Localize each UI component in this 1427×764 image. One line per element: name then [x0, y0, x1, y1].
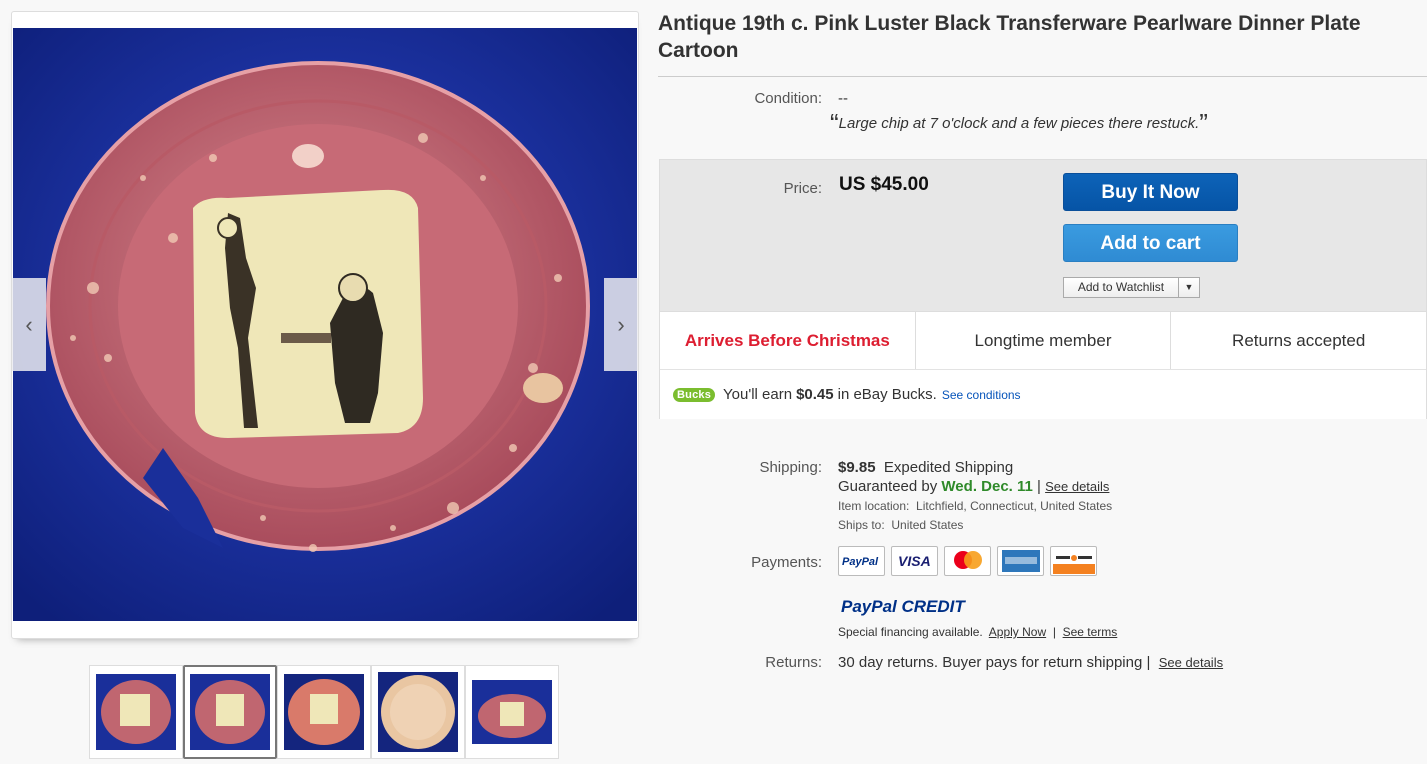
guarantee-line: Guaranteed by Wed. Dec. 11 | See details — [838, 478, 1109, 495]
previous-image-button[interactable]: ‹ — [12, 278, 46, 371]
close-quote: ” — [1199, 108, 1208, 138]
separator: | — [1146, 654, 1151, 671]
shipping-line: $9.85 Expedited Shipping — [838, 459, 1013, 476]
chevron-down-icon[interactable]: ▼ — [1179, 278, 1199, 297]
ships-to-line: Ships to: United States — [838, 518, 963, 532]
returns-value: 30 day returns. Buyer pays for return sh… — [838, 654, 1143, 671]
add-to-watchlist-button[interactable]: Add to Watchlist — [1064, 278, 1179, 297]
bucks-suffix: in eBay Bucks. — [837, 386, 937, 403]
price-value: US $45.00 — [839, 174, 929, 195]
item-location-line: Item location: Litchfield, Connecticut, … — [838, 499, 1112, 513]
watchlist-control: Add to Watchlist ▼ — [1063, 277, 1200, 298]
condition-note-text: Large chip at 7 o'clock and a few pieces… — [838, 115, 1200, 132]
thumbnail-2[interactable] — [183, 665, 277, 759]
paypal-icon: PayPal — [838, 546, 885, 576]
image-viewer: ‹ › — [11, 11, 639, 639]
bucks-prefix: You'll earn — [723, 386, 793, 403]
bucks-amount: $0.45 — [796, 386, 834, 403]
guaranteed-date: Wed. Dec. 11 — [941, 478, 1033, 495]
badge-row: Arrives Before Christmas Longtime member… — [660, 311, 1426, 369]
condition-note: “Large chip at 7 o'clock and a few piece… — [830, 108, 1208, 139]
shipping-method: Expedited Shipping — [883, 459, 1014, 476]
chevron-left-icon: ‹ — [25, 311, 33, 337]
paypal-credit-logo-credit: CREDIT — [901, 597, 965, 616]
payment-methods: PayPal VISA — [838, 546, 1097, 576]
condition-label: Condition: — [754, 90, 822, 107]
discover-icon — [1050, 546, 1097, 576]
price-label: Price: — [783, 180, 822, 197]
returns-label: Returns: — [765, 654, 822, 671]
financing-text: Special financing available. — [838, 625, 983, 639]
chevron-right-icon: › — [617, 311, 625, 337]
item-location: Litchfield, Connecticut, United States — [916, 499, 1113, 513]
financing-line: Special financing available. Apply Now |… — [838, 625, 1117, 639]
separator: | — [1052, 625, 1056, 639]
returns-see-details-link[interactable]: See details — [1159, 655, 1223, 670]
longtime-member-badge: Longtime member — [916, 312, 1172, 369]
shipping-cost: $9.85 — [838, 459, 876, 476]
thumbnail-5[interactable] — [465, 665, 559, 759]
arrives-badge: Arrives Before Christmas — [660, 312, 916, 369]
payments-label: Payments: — [751, 554, 822, 571]
main-product-image[interactable] — [13, 28, 637, 621]
buy-box: Price: US $45.00 Buy It Now Add to cart … — [659, 159, 1427, 419]
guaranteed-prefix: Guaranteed by — [838, 478, 938, 495]
paypal-credit-logo-paypal: PayPal — [841, 597, 897, 616]
paypal-card-label: PayPal — [842, 556, 879, 568]
thumbnail-strip — [89, 665, 559, 759]
shipping-see-details-link[interactable]: See details — [1045, 479, 1109, 494]
listing-title: Antique 19th c. Pink Luster Black Transf… — [658, 12, 1361, 62]
add-to-cart-button[interactable]: Add to cart — [1063, 224, 1238, 262]
american-express-icon — [997, 546, 1044, 576]
ships-to: United States — [891, 518, 964, 532]
ebay-bucks-row: Bucks You'll earn $0.45 in eBay Bucks. S… — [660, 369, 1426, 419]
paypal-credit-logo: PayPal CREDIT — [841, 597, 965, 617]
shipping-label: Shipping: — [759, 459, 822, 476]
next-image-button[interactable]: › — [604, 278, 638, 371]
see-terms-link[interactable]: See terms — [1063, 625, 1118, 639]
returns-accepted-badge: Returns accepted — [1232, 330, 1366, 350]
condition-value: -- — [838, 90, 848, 107]
ships-to-label: Ships to: — [838, 518, 885, 532]
thumbnail-1[interactable] — [89, 665, 183, 759]
apply-now-link[interactable]: Apply Now — [989, 625, 1046, 639]
open-quote: “ — [830, 108, 839, 138]
item-location-label: Item location: — [838, 499, 910, 513]
visa-card-label: VISA — [898, 553, 931, 569]
title-divider — [658, 76, 1427, 77]
buy-it-now-button[interactable]: Buy It Now — [1063, 173, 1238, 211]
returns-line: 30 day returns. Buyer pays for return sh… — [838, 654, 1223, 671]
thumbnail-4[interactable] — [371, 665, 465, 759]
thumbnail-3[interactable] — [277, 665, 371, 759]
separator: | — [1037, 478, 1041, 495]
see-conditions-link[interactable]: See conditions — [942, 388, 1021, 402]
bucks-logo-icon: Bucks — [673, 387, 716, 402]
visa-icon: VISA — [891, 546, 938, 576]
mastercard-icon — [944, 546, 991, 576]
